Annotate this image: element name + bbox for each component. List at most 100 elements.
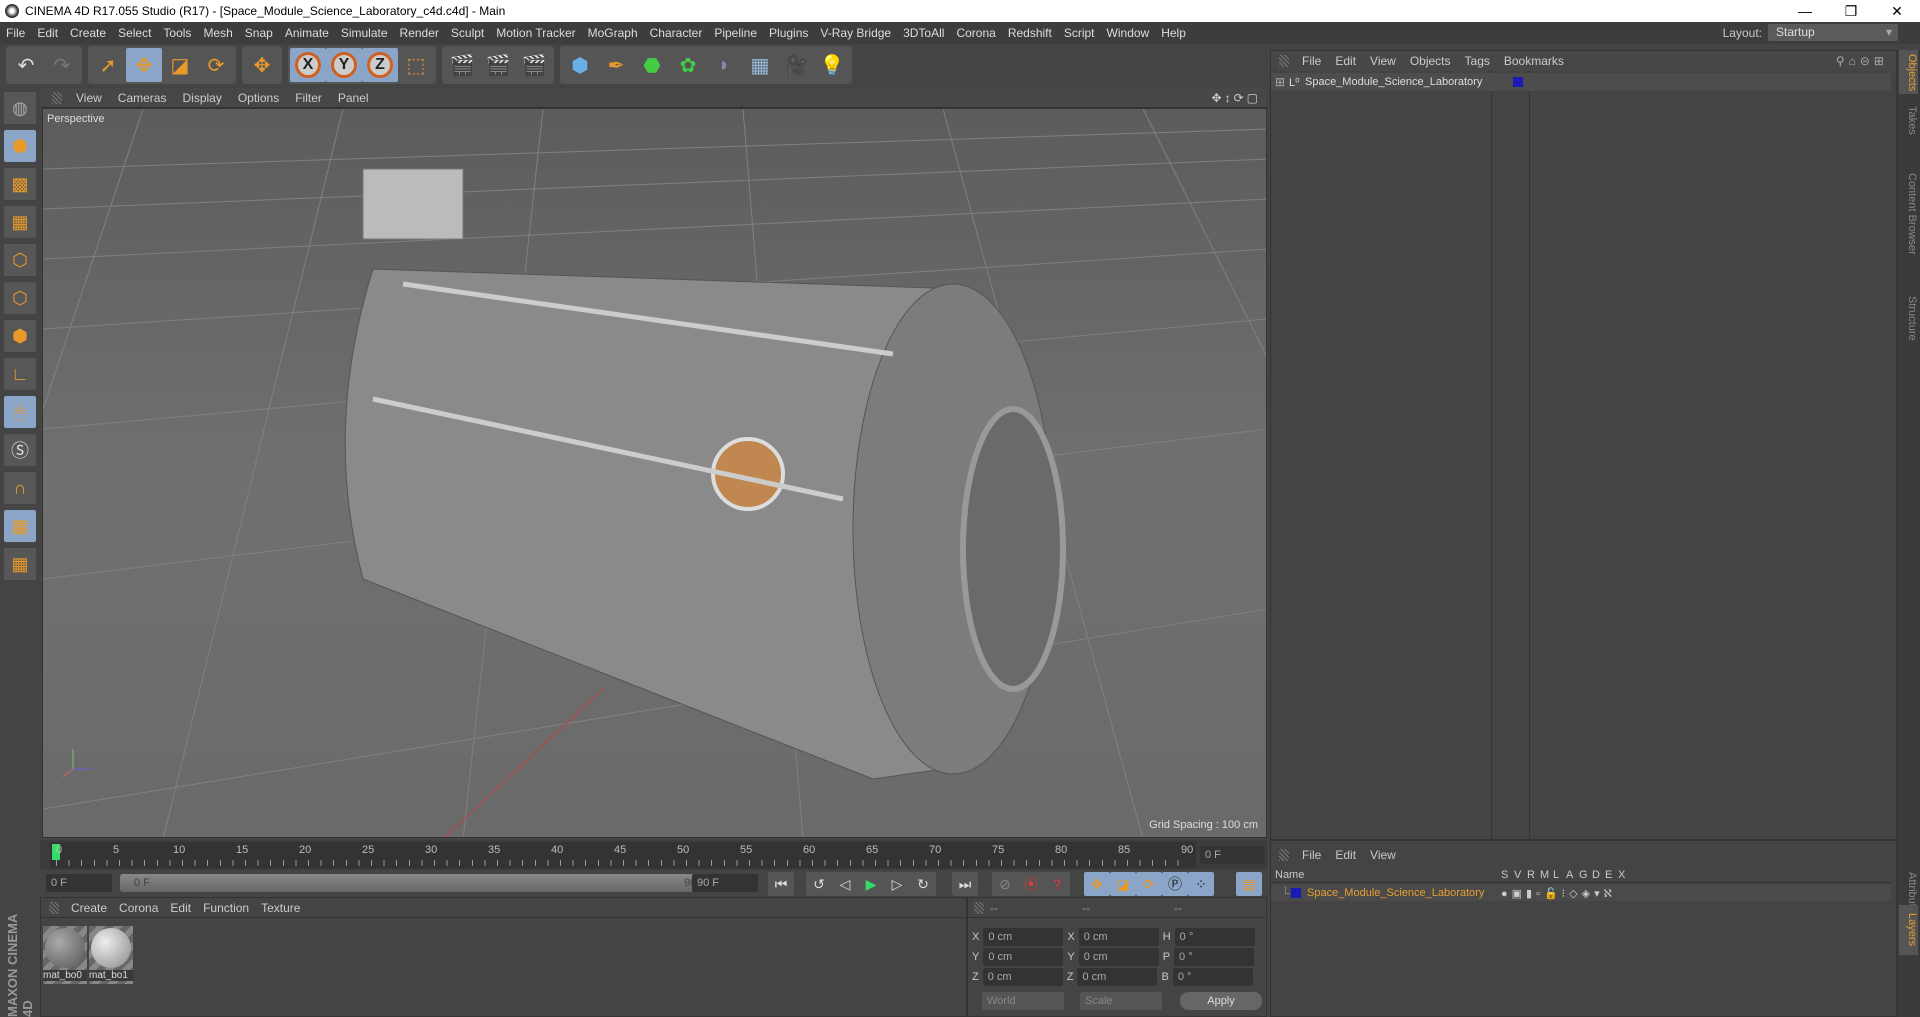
- layout-dropdown[interactable]: Startup: [1768, 24, 1898, 41]
- texture-mode-icon[interactable]: ▩: [4, 168, 36, 200]
- frame-range-slider[interactable]: 0 F 90 F: [120, 874, 720, 892]
- timeline-window-icon[interactable]: ▤: [1236, 872, 1262, 896]
- menu-edit[interactable]: Edit: [31, 26, 64, 40]
- tweak-mode-icon[interactable]: 🖱: [4, 396, 36, 428]
- objects-menu-edit[interactable]: Edit: [1328, 54, 1363, 68]
- scale-tool-icon[interactable]: ◪: [162, 48, 198, 82]
- layer-color-swatch[interactable]: [1513, 77, 1523, 87]
- position-z-field[interactable]: 0 cm: [982, 968, 1063, 986]
- edges-mode-icon[interactable]: ⬡: [4, 282, 36, 314]
- magnet-icon[interactable]: ∩: [4, 472, 36, 504]
- z-axis-toggle[interactable]: Z: [362, 48, 398, 82]
- planar-workplane-icon[interactable]: ▦: [4, 548, 36, 580]
- viewport-menu-filter[interactable]: Filter: [287, 91, 330, 105]
- menu-snap[interactable]: Snap: [239, 26, 279, 40]
- camera-icon[interactable]: 🎥: [778, 48, 814, 82]
- tab-objects[interactable]: Objects: [1899, 50, 1918, 94]
- size-z-field[interactable]: 0 cm: [1077, 968, 1158, 986]
- pen-spline-icon[interactable]: ✒: [598, 48, 634, 82]
- current-frame-field[interactable]: 0 F: [1200, 846, 1264, 864]
- menu-corona[interactable]: Corona: [950, 26, 1001, 40]
- position-y-field[interactable]: 0 cm: [983, 948, 1064, 966]
- auto-keying-icon[interactable]: ⦿: [1018, 872, 1044, 896]
- coordinate-system-icon[interactable]: ⬚: [398, 48, 434, 82]
- make-editable-icon[interactable]: ◍: [4, 92, 36, 124]
- material-menu-corona[interactable]: Corona: [113, 901, 164, 915]
- key-rotation-icon[interactable]: ⟳: [1136, 872, 1162, 896]
- menu-help[interactable]: Help: [1155, 26, 1192, 40]
- move-tool-icon[interactable]: ✥: [126, 48, 162, 82]
- select-tool-icon[interactable]: ➚: [90, 48, 126, 82]
- viewport-menu-panel[interactable]: Panel: [330, 91, 377, 105]
- panel-grip-icon[interactable]: [49, 901, 59, 914]
- menu-window[interactable]: Window: [1101, 26, 1156, 40]
- end-frame-field[interactable]: 90 F: [692, 874, 758, 892]
- object-name[interactable]: Space_Module_Science_Laboratory: [1305, 76, 1505, 88]
- go-to-end-icon[interactable]: ⏭: [952, 872, 978, 896]
- panel-grip-icon[interactable]: [974, 901, 984, 914]
- rotation-h-field[interactable]: 0 °: [1174, 928, 1255, 946]
- panel-grip-icon[interactable]: [1279, 55, 1289, 67]
- render-settings-icon[interactable]: 🎬: [516, 48, 552, 82]
- points-mode-icon[interactable]: ⬡: [4, 244, 36, 276]
- menu-sculpt[interactable]: Sculpt: [445, 26, 490, 40]
- position-x-field[interactable]: 0 cm: [983, 928, 1064, 946]
- menu-plugins[interactable]: Plugins: [763, 26, 814, 40]
- rotation-b-field[interactable]: 0 °: [1172, 968, 1253, 986]
- object-row[interactable]: ⊞ L⁰ Space_Module_Science_Laboratory: [1271, 73, 1891, 91]
- objects-menu-view[interactable]: View: [1363, 54, 1403, 68]
- y-axis-toggle[interactable]: Y: [326, 48, 362, 82]
- material-swatch[interactable]: mat_bo0: [43, 926, 87, 984]
- key-parameter-icon[interactable]: Ⓟ: [1162, 872, 1188, 896]
- record-keys-icon[interactable]: ⊘: [992, 872, 1018, 896]
- size-y-field[interactable]: 0 cm: [1078, 948, 1159, 966]
- objects-menu-objects[interactable]: Objects: [1403, 54, 1458, 68]
- layer-row[interactable]: └ Space_Module_Science_Laboratory ●▣▮▫🔓⁝…: [1271, 885, 1891, 901]
- menu-character[interactable]: Character: [644, 26, 709, 40]
- maximize-button[interactable]: ❐: [1828, 0, 1874, 22]
- menu-tools[interactable]: Tools: [157, 26, 197, 40]
- menu-render[interactable]: Render: [394, 26, 445, 40]
- menu-3dtoall[interactable]: 3DToAll: [897, 26, 950, 40]
- menu-redshift[interactable]: Redshift: [1002, 26, 1058, 40]
- menu-select[interactable]: Select: [112, 26, 157, 40]
- menu-vray-bridge[interactable]: V-Ray Bridge: [814, 26, 897, 40]
- snap-icon[interactable]: Ⓢ: [4, 434, 36, 466]
- apply-button[interactable]: Apply: [1180, 992, 1262, 1010]
- start-frame-field[interactable]: 0 F: [46, 874, 112, 892]
- layer-name[interactable]: Space_Module_Science_Laboratory: [1307, 887, 1501, 899]
- render-picture-viewer-icon[interactable]: 🎬: [480, 48, 516, 82]
- floor-icon[interactable]: ▦: [742, 48, 778, 82]
- close-button[interactable]: ✕: [1874, 0, 1920, 22]
- 3d-viewport[interactable]: Perspective Grid Spacing : 100 cm: [42, 108, 1267, 838]
- menu-mesh[interactable]: Mesh: [197, 26, 238, 40]
- subdivision-icon[interactable]: ⬣: [634, 48, 670, 82]
- next-frame-icon[interactable]: ▷: [884, 872, 910, 896]
- polygons-mode-icon[interactable]: ⬢: [4, 320, 36, 352]
- material-menu-edit[interactable]: Edit: [164, 901, 197, 915]
- layer-menu-view[interactable]: View: [1363, 848, 1403, 862]
- light-icon[interactable]: 💡: [814, 48, 850, 82]
- previous-frame-icon[interactable]: ◁: [832, 872, 858, 896]
- viewport-navigation-icons[interactable]: ✥↕⟳▢: [1212, 91, 1261, 105]
- key-scale-icon[interactable]: ◪: [1110, 872, 1136, 896]
- cube-primitive-icon[interactable]: ⬢: [562, 48, 598, 82]
- deformer-icon[interactable]: ◗: [706, 48, 742, 82]
- viewport-menu-view[interactable]: View: [68, 91, 110, 105]
- transform-tool-icon[interactable]: ✥: [244, 48, 280, 82]
- viewport-menu-cameras[interactable]: Cameras: [110, 91, 175, 105]
- lock-workplane-icon[interactable]: ▦: [4, 510, 36, 542]
- size-x-field[interactable]: 0 cm: [1078, 928, 1159, 946]
- play-icon[interactable]: ▶: [858, 872, 884, 896]
- objects-menu-bookmarks[interactable]: Bookmarks: [1497, 54, 1571, 68]
- keyframe-selection-icon[interactable]: ?: [1044, 872, 1070, 896]
- menu-mograph[interactable]: MoGraph: [582, 26, 644, 40]
- search-home-icons[interactable]: ⚲⌂⊝⊞: [1836, 54, 1888, 68]
- panel-grip-icon[interactable]: [1279, 849, 1289, 861]
- menu-pipeline[interactable]: Pipeline: [708, 26, 763, 40]
- tab-content-browser[interactable]: Content Browser: [1899, 144, 1918, 284]
- layer-color-swatch[interactable]: [1291, 888, 1301, 898]
- material-menu-create[interactable]: Create: [65, 901, 113, 915]
- layer-toggle-icons[interactable]: ●▣▮▫🔓⁝◇◈▾ℵ: [1501, 887, 1616, 900]
- layer-menu-file[interactable]: File: [1295, 848, 1328, 862]
